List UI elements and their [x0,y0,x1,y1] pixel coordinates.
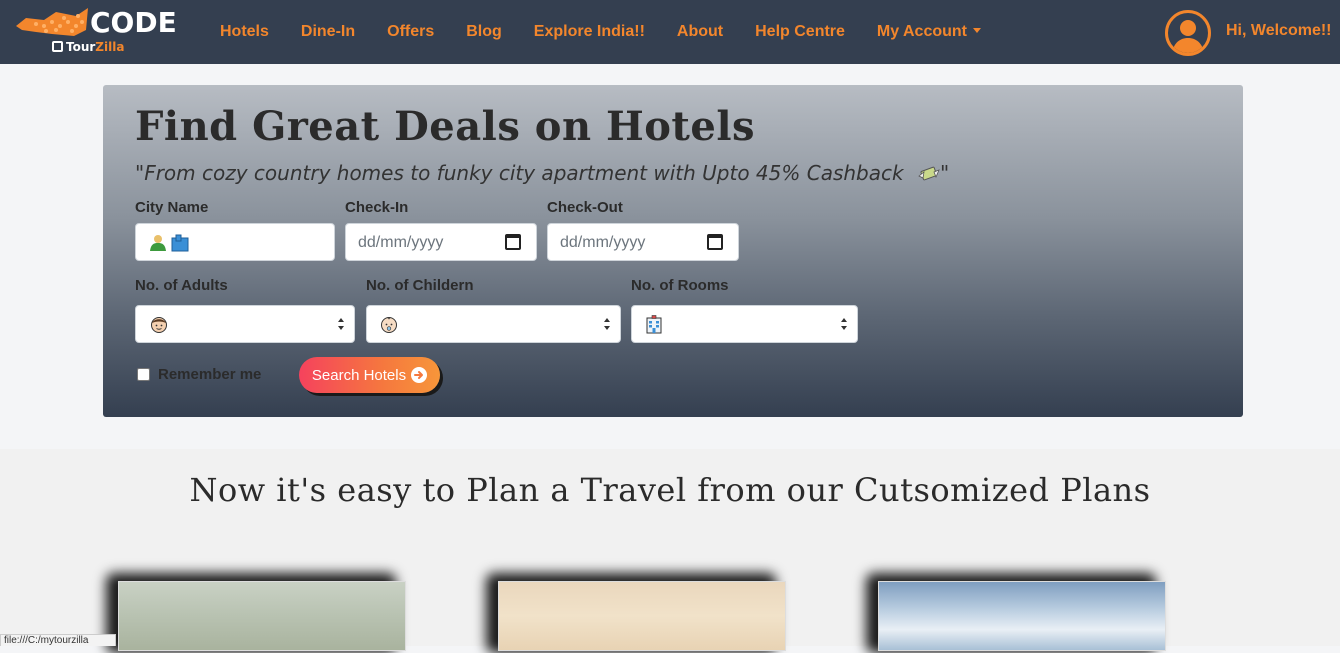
plan-image-1[interactable] [118,581,406,651]
check-out-label: Check-Out [547,199,623,216]
plans-title: Now it's easy to Plan a Travel from our … [189,471,1151,509]
check-out-placeholder: dd/mm/yyyy [560,234,646,251]
check-in-placeholder: dd/mm/yyyy [358,234,444,251]
children-select[interactable] [366,305,621,343]
remember-me: Remember me [137,366,261,383]
nav-link-explore-india[interactable]: Explore India!! [518,23,661,41]
camera-icon [52,41,63,52]
flame-logo-icon [16,8,88,36]
rooms-label: No. of Rooms [631,277,729,294]
plan-card-3[interactable] [866,573,1168,653]
plan-image-2[interactable] [498,581,786,651]
plan-image-3[interactable] [878,581,1166,651]
person-silhouette-icon [1172,20,1204,53]
search-hotels-label: Search Hotels [311,366,407,384]
my-account-dropdown[interactable]: My Account [861,23,997,41]
city-name-label: City Name [135,199,209,216]
hero-quote-end: " [939,161,950,185]
select-arrows-icon [604,318,610,330]
children-label: No. of Childern [366,277,474,294]
brand-sub: TourZilla [66,40,124,54]
select-arrows-icon [841,318,847,330]
user-avatar-icon[interactable] [1165,10,1211,56]
page-title: Find Great Deals on Hotels [135,103,756,150]
brand-name: CODE [90,6,177,39]
nav-link-blog[interactable]: Blog [450,23,518,41]
navbar: CODE TourZilla Hotels Dine-In Offers Blo… [0,0,1340,64]
remember-me-checkbox[interactable] [137,368,150,381]
welcome-text: Hi, Welcome!! [1226,22,1332,39]
browser-status-bar: file:///C:/mytourzilla [0,634,116,646]
hotel-icon [646,315,662,334]
city-name-input[interactable] [135,223,335,261]
brand-sub-suffix: Zilla [95,40,125,54]
face-icon [151,317,167,333]
select-arrows-icon [338,318,344,330]
nav-link-about[interactable]: About [661,23,739,41]
plan-card-1[interactable] [106,573,408,653]
nav-link-hotels[interactable]: Hotels [204,23,285,41]
nav-link-offers[interactable]: Offers [371,23,450,41]
nav-link-help-centre[interactable]: Help Centre [739,23,861,41]
check-out-date-input[interactable]: dd/mm/yyyy [547,223,739,261]
nav-links: Hotels Dine-In Offers Blog Explore India… [204,0,997,64]
remember-me-label[interactable]: Remember me [158,366,261,383]
nav-link-dine-in[interactable]: Dine-In [285,23,371,41]
brand-sub-prefix: Tour [66,40,96,54]
adults-select[interactable] [135,305,355,343]
plan-card-2[interactable] [486,573,788,653]
money-wings-icon [918,166,940,181]
hero-quote: "From cozy country homes to funky city a… [135,161,949,185]
calendar-icon[interactable] [707,234,723,250]
rooms-select[interactable] [631,305,858,343]
calendar-icon[interactable] [505,234,521,250]
check-in-label: Check-In [345,199,409,216]
hero-quote-text: "From cozy country homes to funky city a… [135,161,904,185]
plans-section: Now it's easy to Plan a Travel from our … [0,449,1340,653]
person-city-icon [150,234,189,252]
brand-logo[interactable]: CODE TourZilla [16,6,177,58]
arrow-right-circle-icon [411,367,428,383]
baby-icon [381,317,397,333]
caret-down-icon [973,28,981,33]
search-hotels-button[interactable]: Search Hotels [299,357,440,393]
hotel-search-card: Find Great Deals on Hotels "From cozy co… [103,85,1243,417]
adults-label: No. of Adults [135,277,228,294]
check-in-date-input[interactable]: dd/mm/yyyy [345,223,537,261]
my-account-label: My Account [876,23,967,40]
